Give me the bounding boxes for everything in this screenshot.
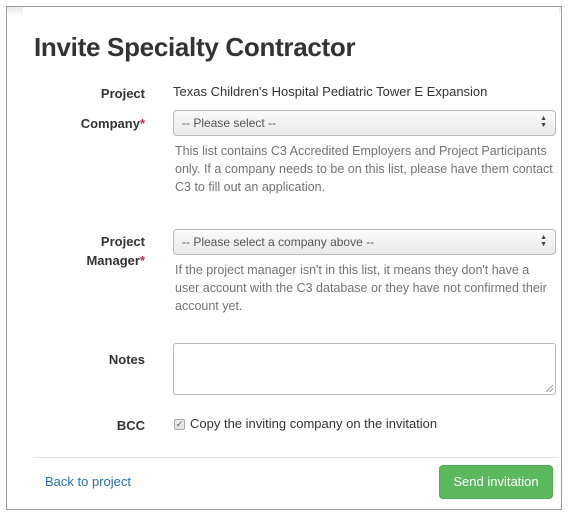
modal-title: Invite Specialty Contractor (34, 32, 356, 62)
bcc-checkbox-label[interactable]: Copy the inviting company on the invitat… (190, 416, 437, 431)
company-select-value: -- Please select -- (182, 116, 277, 130)
project-label: Project (100, 86, 145, 101)
project-manager-help-text: If the project manager isn't in this lis… (175, 263, 547, 313)
notes-label: Notes (108, 352, 145, 367)
invite-modal: Invite Specialty Contractor Project Texa… (23, 7, 559, 509)
company-label: Company* (81, 114, 145, 133)
project-manager-select[interactable]: -- Please select a company above -- ▲ ▼ (173, 229, 556, 255)
back-to-project-link[interactable]: Back to project (45, 474, 131, 489)
checkmark-icon: ✓ (175, 419, 184, 429)
project-manager-label-line2: Manager (86, 253, 140, 268)
up-down-chevron-icon: ▲ ▼ (540, 234, 547, 248)
bcc-checkbox[interactable]: ✓ (174, 419, 185, 430)
company-help-text: This list contains C3 Accredited Employe… (175, 144, 553, 194)
notes-textarea[interactable] (173, 343, 556, 395)
project-manager-label-line1: Project (100, 234, 145, 249)
project-manager-label: Project Manager* (86, 232, 145, 270)
required-marker: * (139, 116, 145, 131)
required-marker: * (139, 253, 145, 268)
project-manager-select-value: -- Please select a company above -- (182, 235, 375, 249)
send-invitation-button[interactable]: Send invitation (439, 465, 553, 499)
bcc-label: BCC (116, 418, 145, 433)
modal-frame: Invite Specialty Contractor Project Texa… (6, 6, 562, 510)
company-select[interactable]: -- Please select -- ▲ ▼ (173, 110, 556, 136)
company-label-text: Company (80, 116, 140, 131)
footer-divider (34, 457, 558, 458)
resize-grip-icon[interactable] (545, 384, 553, 392)
project-name: Texas Children's Hospital Pediatric Towe… (173, 84, 488, 99)
up-down-chevron-icon: ▲ ▼ (540, 115, 547, 129)
